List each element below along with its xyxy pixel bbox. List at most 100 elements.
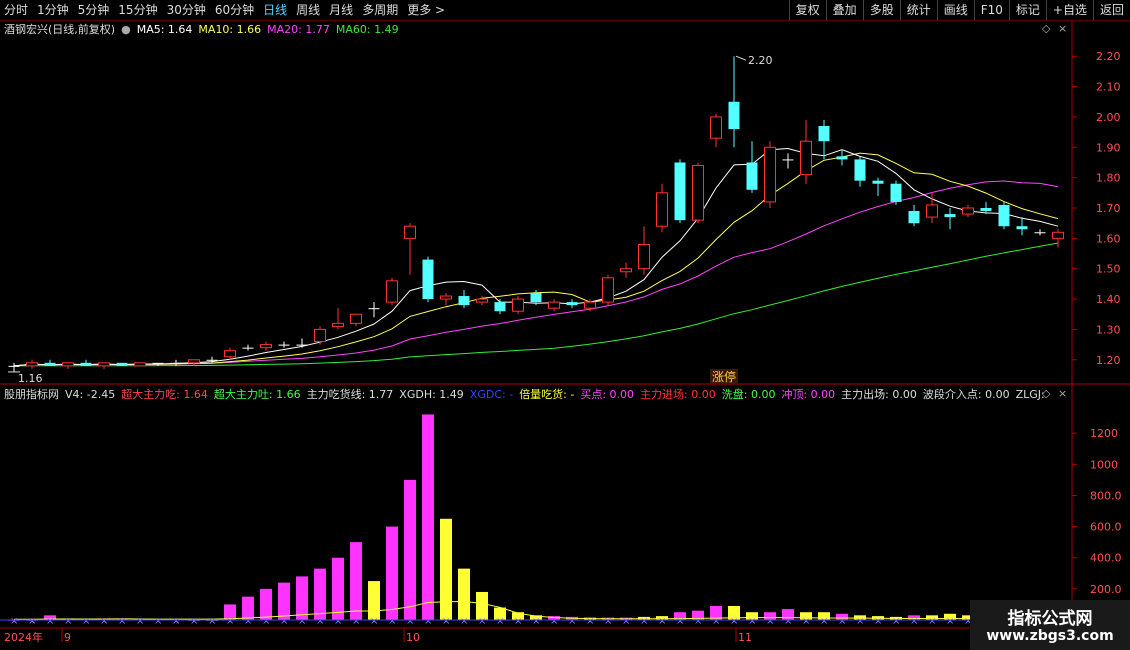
baseline-marker: × [604,616,612,627]
candle-body[interactable] [980,208,992,212]
candle-body[interactable] [764,146,776,203]
indicator-bar[interactable] [386,526,398,620]
candle-body[interactable] [1052,231,1064,239]
indicator-bar[interactable] [458,568,470,620]
candle-body[interactable] [80,362,92,366]
candle-body[interactable] [458,296,470,306]
candle-body[interactable] [692,165,704,221]
candle-body[interactable] [890,183,902,202]
baseline-marker: × [424,616,432,627]
candle-body[interactable] [314,328,326,343]
candle-body[interactable] [224,350,236,358]
candle-body[interactable] [674,162,686,221]
baseline-marker: × [694,616,702,627]
price-tick-label: 2.20 [1096,50,1121,63]
candle-body[interactable] [494,302,506,312]
indicator-bar[interactable] [350,542,362,620]
candle-body[interactable] [836,156,848,160]
chart-canvas[interactable]: 1.20 1.30 1.40 1.50 1.60 1.70 1.80 1.90 2.00 2.10… [0,0,1130,650]
candle-body[interactable] [998,204,1010,227]
baseline-marker: × [730,616,738,627]
indicator-bar[interactable] [296,576,308,620]
indicator-bar[interactable] [278,582,290,620]
candle-body[interactable] [188,359,200,364]
candle-body[interactable] [872,180,884,184]
baseline-marker: × [766,616,774,627]
candle-body[interactable] [26,362,38,367]
baseline-marker: × [550,616,558,627]
price-tick-label: 2.00 [1096,111,1121,124]
baseline-marker: × [388,616,396,627]
baseline-marker: × [568,616,576,627]
baseline-marker: × [64,616,72,627]
candle-body[interactable] [332,322,344,327]
baseline-marker: × [298,616,306,627]
indicator-bar[interactable] [332,557,344,620]
candle-body[interactable] [530,293,542,303]
baseline-marker: × [784,616,792,627]
candle-body[interactable] [926,204,938,218]
candle-body[interactable] [800,140,812,176]
baseline-marker: × [856,616,864,627]
indicator-tick-label: 600.0 [1090,521,1122,534]
candle-body[interactable] [512,298,524,312]
candle-body[interactable] [1034,232,1046,234]
candle-body[interactable] [296,344,308,346]
candle-body[interactable] [422,259,434,300]
candle-body[interactable] [152,362,164,364]
candle-body[interactable] [746,162,758,190]
candle-body[interactable] [278,344,290,346]
candle-body[interactable] [566,302,578,306]
candle-body[interactable] [818,126,830,142]
candle-body[interactable] [854,159,866,181]
candle-body[interactable] [584,301,596,309]
baseline-marker: × [46,616,54,627]
price-tick-label: 1.70 [1096,202,1121,215]
indicator-tick-label: 800.0 [1090,489,1122,502]
baseline-marker: × [190,616,198,627]
baseline-marker: × [352,616,360,627]
candle-body[interactable] [782,159,794,161]
candle-body[interactable] [1016,226,1028,230]
candle-body[interactable] [962,207,974,215]
candle-body[interactable] [476,298,488,303]
indicator-bar[interactable] [404,479,416,620]
price-tick-label: 1.60 [1096,232,1121,245]
candle-body[interactable] [440,295,452,300]
indicator-bar[interactable] [314,568,326,620]
candle-body[interactable] [656,192,668,227]
candle-body[interactable] [638,243,650,270]
candle-body[interactable] [44,362,56,366]
baseline-marker: × [208,616,216,627]
candle-body[interactable] [8,365,20,367]
candle-body[interactable] [404,225,416,239]
candle-body[interactable] [620,268,632,273]
price-tick-label: 1.90 [1096,141,1121,154]
candle-body[interactable] [98,362,110,367]
candle-body[interactable] [62,362,74,367]
candle-body[interactable] [548,301,560,309]
candle-body[interactable] [350,313,362,324]
candle-body[interactable] [944,214,956,218]
indicator-bar[interactable] [422,414,434,620]
watermark-title: 指标公式网 [1007,609,1093,629]
candle-body[interactable] [206,359,218,361]
candle-body[interactable] [242,347,254,349]
baseline-marker: × [172,616,180,627]
candle-body[interactable] [260,344,272,349]
candle-body[interactable] [710,116,722,139]
candle-body[interactable] [728,101,740,130]
candle-body[interactable] [602,277,614,303]
candle-body[interactable] [134,362,146,367]
candle-body[interactable] [386,280,398,303]
baseline-marker: × [586,616,594,627]
candle-body[interactable] [170,362,182,364]
price-tick-label: 2.10 [1096,81,1121,94]
indicator-bar[interactable] [440,518,452,620]
indicator-bar[interactable] [368,581,380,620]
candle-body[interactable] [908,211,920,224]
candle-body[interactable] [116,362,128,366]
time-tick-label: 10 [406,631,420,644]
candle-body[interactable] [368,308,380,310]
watermark-banner: 指标公式网 www.zbgs3.com [970,600,1130,650]
